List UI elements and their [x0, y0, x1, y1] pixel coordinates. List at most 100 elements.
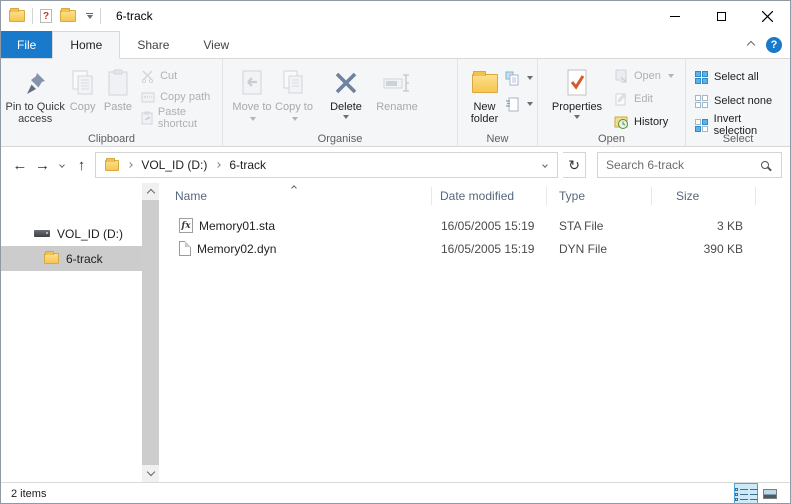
new-small-buttons [505, 63, 533, 113]
back-button[interactable]: ← [11, 154, 29, 176]
folder-icon [44, 251, 59, 264]
recent-locations-dropdown[interactable] [56, 154, 67, 176]
column-label: Type [559, 188, 586, 203]
open-button[interactable]: Open [614, 67, 674, 85]
delete-button[interactable]: Delete [321, 63, 371, 119]
large-icons-view-icon [763, 489, 777, 499]
up-button[interactable]: ↑ [73, 154, 91, 176]
new-folder-button[interactable]: New folder [464, 63, 505, 125]
edit-icon [614, 92, 629, 107]
rename-icon [382, 65, 412, 101]
paste-shortcut-button[interactable]: Paste shortcut [140, 106, 218, 130]
select-all-button[interactable]: Select all [694, 68, 786, 86]
status-bar: 2 items [1, 482, 790, 504]
file-row-memory02[interactable]: Memory02.dyn 16/05/2005 15:19 DYN File 3… [159, 237, 790, 260]
chevron-down-icon [86, 15, 93, 19]
properties-button[interactable]: Properties [546, 63, 608, 119]
maximize-icon [716, 11, 726, 21]
forward-button[interactable]: → [34, 154, 52, 176]
copy-path-button[interactable]: Copy path [140, 88, 218, 106]
open-icon [614, 69, 629, 84]
history-icon [614, 115, 629, 130]
maximize-button[interactable] [698, 1, 744, 31]
qat-new-folder-icon[interactable] [60, 8, 76, 22]
tab-file[interactable]: File [1, 31, 53, 58]
chevron-right-icon [215, 162, 222, 168]
tab-share[interactable]: Share [120, 31, 186, 58]
file-date-cell: 16/05/2005 15:19 [441, 241, 535, 256]
copy-to-label: Copy to [275, 101, 313, 113]
search-input[interactable] [606, 158, 762, 172]
file-name-cell: fx Memory01.sta [159, 218, 432, 233]
copy-to-button[interactable]: Copy to [273, 63, 315, 125]
chevron-down-icon [146, 467, 155, 477]
file-size-cell: 390 KB [703, 241, 743, 256]
new-item-button[interactable] [505, 69, 533, 87]
customize-qat-dropdown[interactable] [86, 13, 93, 19]
sidebar-item-drive[interactable]: VOL_ID (D:) [1, 221, 142, 246]
breadcrumb-segment-folder[interactable]: 6-track [229, 158, 266, 172]
file-date-cell: 16/05/2005 15:19 [441, 218, 535, 233]
file-type-cell: STA File [559, 218, 604, 233]
help-icon[interactable]: ? [766, 36, 782, 53]
details-view-button[interactable] [734, 482, 758, 503]
sidebar-scrollbar[interactable] [142, 183, 159, 482]
select-group-label: Select [722, 133, 754, 145]
paste-label: Paste [103, 101, 133, 113]
chevron-down-icon [59, 162, 65, 168]
copy-button[interactable]: Copy [65, 63, 100, 113]
breadcrumb-segment-drive[interactable]: VOL_ID (D:) [141, 158, 207, 172]
file-row-memory01[interactable]: fx Memory01.sta 16/05/2005 15:19 STA Fil… [159, 214, 790, 237]
column-header-date-modified[interactable]: Date modified [432, 186, 547, 205]
details-view-icon [734, 487, 758, 501]
minimize-button[interactable] [652, 1, 698, 31]
select-all-label: Select all [714, 71, 759, 83]
column-label: Name [175, 188, 208, 203]
close-button[interactable] [744, 1, 790, 31]
cut-button[interactable]: Cut [140, 67, 218, 85]
sidebar-item-6track[interactable]: 6-track [1, 246, 142, 271]
caption-buttons [652, 1, 790, 31]
titlebar-separator2 [100, 8, 101, 24]
refresh-button[interactable]: ↻ [563, 152, 587, 178]
column-header-name[interactable]: Name [159, 184, 432, 205]
history-button[interactable]: History [614, 113, 674, 131]
copy-icon [70, 65, 96, 101]
scroll-up-button[interactable] [146, 183, 155, 200]
sidebar-item-label: 6-track [66, 251, 103, 266]
pin-to-quick-access-button[interactable]: Pin to Quick access [5, 63, 65, 125]
edit-button[interactable]: Edit [614, 90, 674, 108]
easy-access-icon [505, 97, 520, 112]
paste-shortcut-icon [140, 111, 153, 126]
column-label: Date modified [440, 188, 515, 203]
clipboard-small-buttons: Cut Copy path Paste shortcut [140, 63, 218, 130]
tab-home[interactable]: Home [52, 31, 121, 59]
column-header-size[interactable]: Size [652, 186, 756, 205]
chevron-down-icon [542, 162, 549, 168]
qat-properties-icon[interactable]: ? [40, 9, 52, 23]
rename-button[interactable]: Rename [371, 63, 423, 113]
column-header-type[interactable]: Type [547, 186, 652, 205]
paste-button[interactable]: Paste [100, 63, 136, 113]
address-dropdown-button[interactable] [533, 153, 557, 177]
invert-selection-button[interactable]: Invert selection [694, 113, 786, 137]
large-icons-view-button[interactable] [758, 483, 782, 504]
ribbon-group-select: Select all Select none Invert selection … [686, 59, 790, 146]
move-to-button[interactable]: Move to [231, 63, 273, 125]
explorer-window: ? 6-track File Home Share View ? Pin to … [0, 0, 791, 504]
collapse-ribbon-icon[interactable] [746, 40, 756, 49]
file-size-cell: 3 KB [716, 218, 743, 233]
ribbon-group-open: Properties Open Edit History Open [538, 59, 686, 146]
easy-access-button[interactable] [505, 95, 533, 113]
scrollbar-thumb[interactable] [142, 200, 159, 465]
delete-dropdown-icon [343, 115, 349, 119]
copy-path-label: Copy path [160, 91, 211, 103]
search-box[interactable] [597, 152, 783, 178]
select-none-label: Select none [714, 95, 773, 107]
cut-label: Cut [160, 70, 178, 82]
scroll-down-button[interactable] [146, 465, 155, 482]
select-none-button[interactable]: Select none [694, 92, 786, 110]
tab-view[interactable]: View [186, 31, 246, 58]
ribbon-tab-row: File Home Share View ? [1, 31, 790, 59]
address-bar[interactable]: VOL_ID (D:) 6-track [95, 152, 559, 178]
